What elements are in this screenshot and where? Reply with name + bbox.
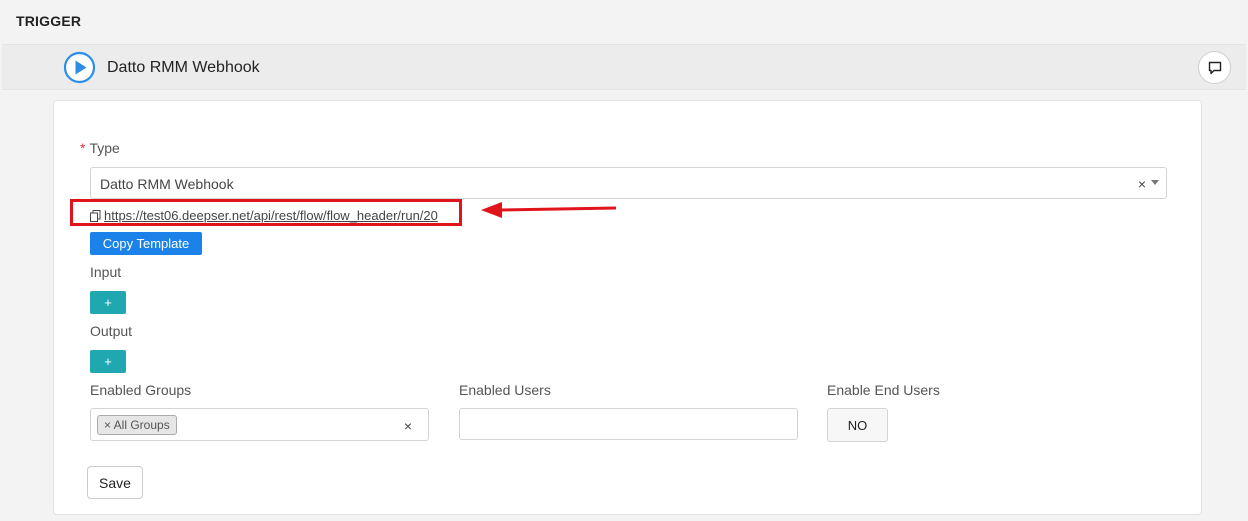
add-output-button[interactable]: +: [90, 350, 126, 373]
type-select[interactable]: Datto RMM Webhook ×: [90, 167, 1167, 199]
enabled-users-input[interactable]: [459, 408, 798, 440]
type-select-value: Datto RMM Webhook: [100, 176, 234, 192]
copy-template-button[interactable]: Copy Template: [90, 232, 202, 255]
arrow-annotation-icon: [481, 202, 617, 218]
type-label: * Type: [80, 140, 120, 156]
group-chip-all-groups[interactable]: × All Groups: [97, 415, 177, 435]
comment-button[interactable]: [1198, 51, 1231, 84]
groups-clear-button[interactable]: ×: [404, 418, 412, 434]
type-clear-button[interactable]: ×: [1138, 176, 1146, 192]
trigger-form-panel: * Type Datto RMM Webhook × https://test06…: [53, 100, 1202, 515]
type-label-text: Type: [89, 140, 120, 156]
required-mark: *: [80, 140, 86, 156]
enabled-groups-label: Enabled Groups: [90, 382, 192, 398]
section-title: TRIGGER: [16, 13, 82, 29]
comment-icon: [1208, 61, 1221, 74]
enable-end-users-label: Enable End Users: [827, 382, 940, 398]
trigger-header: Datto RMM Webhook: [2, 44, 1246, 90]
enabled-users-label: Enabled Users: [459, 382, 551, 398]
enable-end-users-toggle[interactable]: NO: [827, 408, 888, 442]
chevron-down-icon[interactable]: [1151, 180, 1159, 185]
enabled-groups-select[interactable]: × All Groups ×: [90, 408, 429, 441]
add-input-button[interactable]: +: [90, 291, 126, 314]
output-label: Output: [90, 323, 133, 339]
input-label: Input: [90, 264, 122, 280]
play-circle-icon[interactable]: [63, 51, 96, 84]
highlight-box: [70, 199, 462, 226]
save-button[interactable]: Save: [87, 466, 143, 499]
trigger-name: Datto RMM Webhook: [107, 59, 260, 76]
